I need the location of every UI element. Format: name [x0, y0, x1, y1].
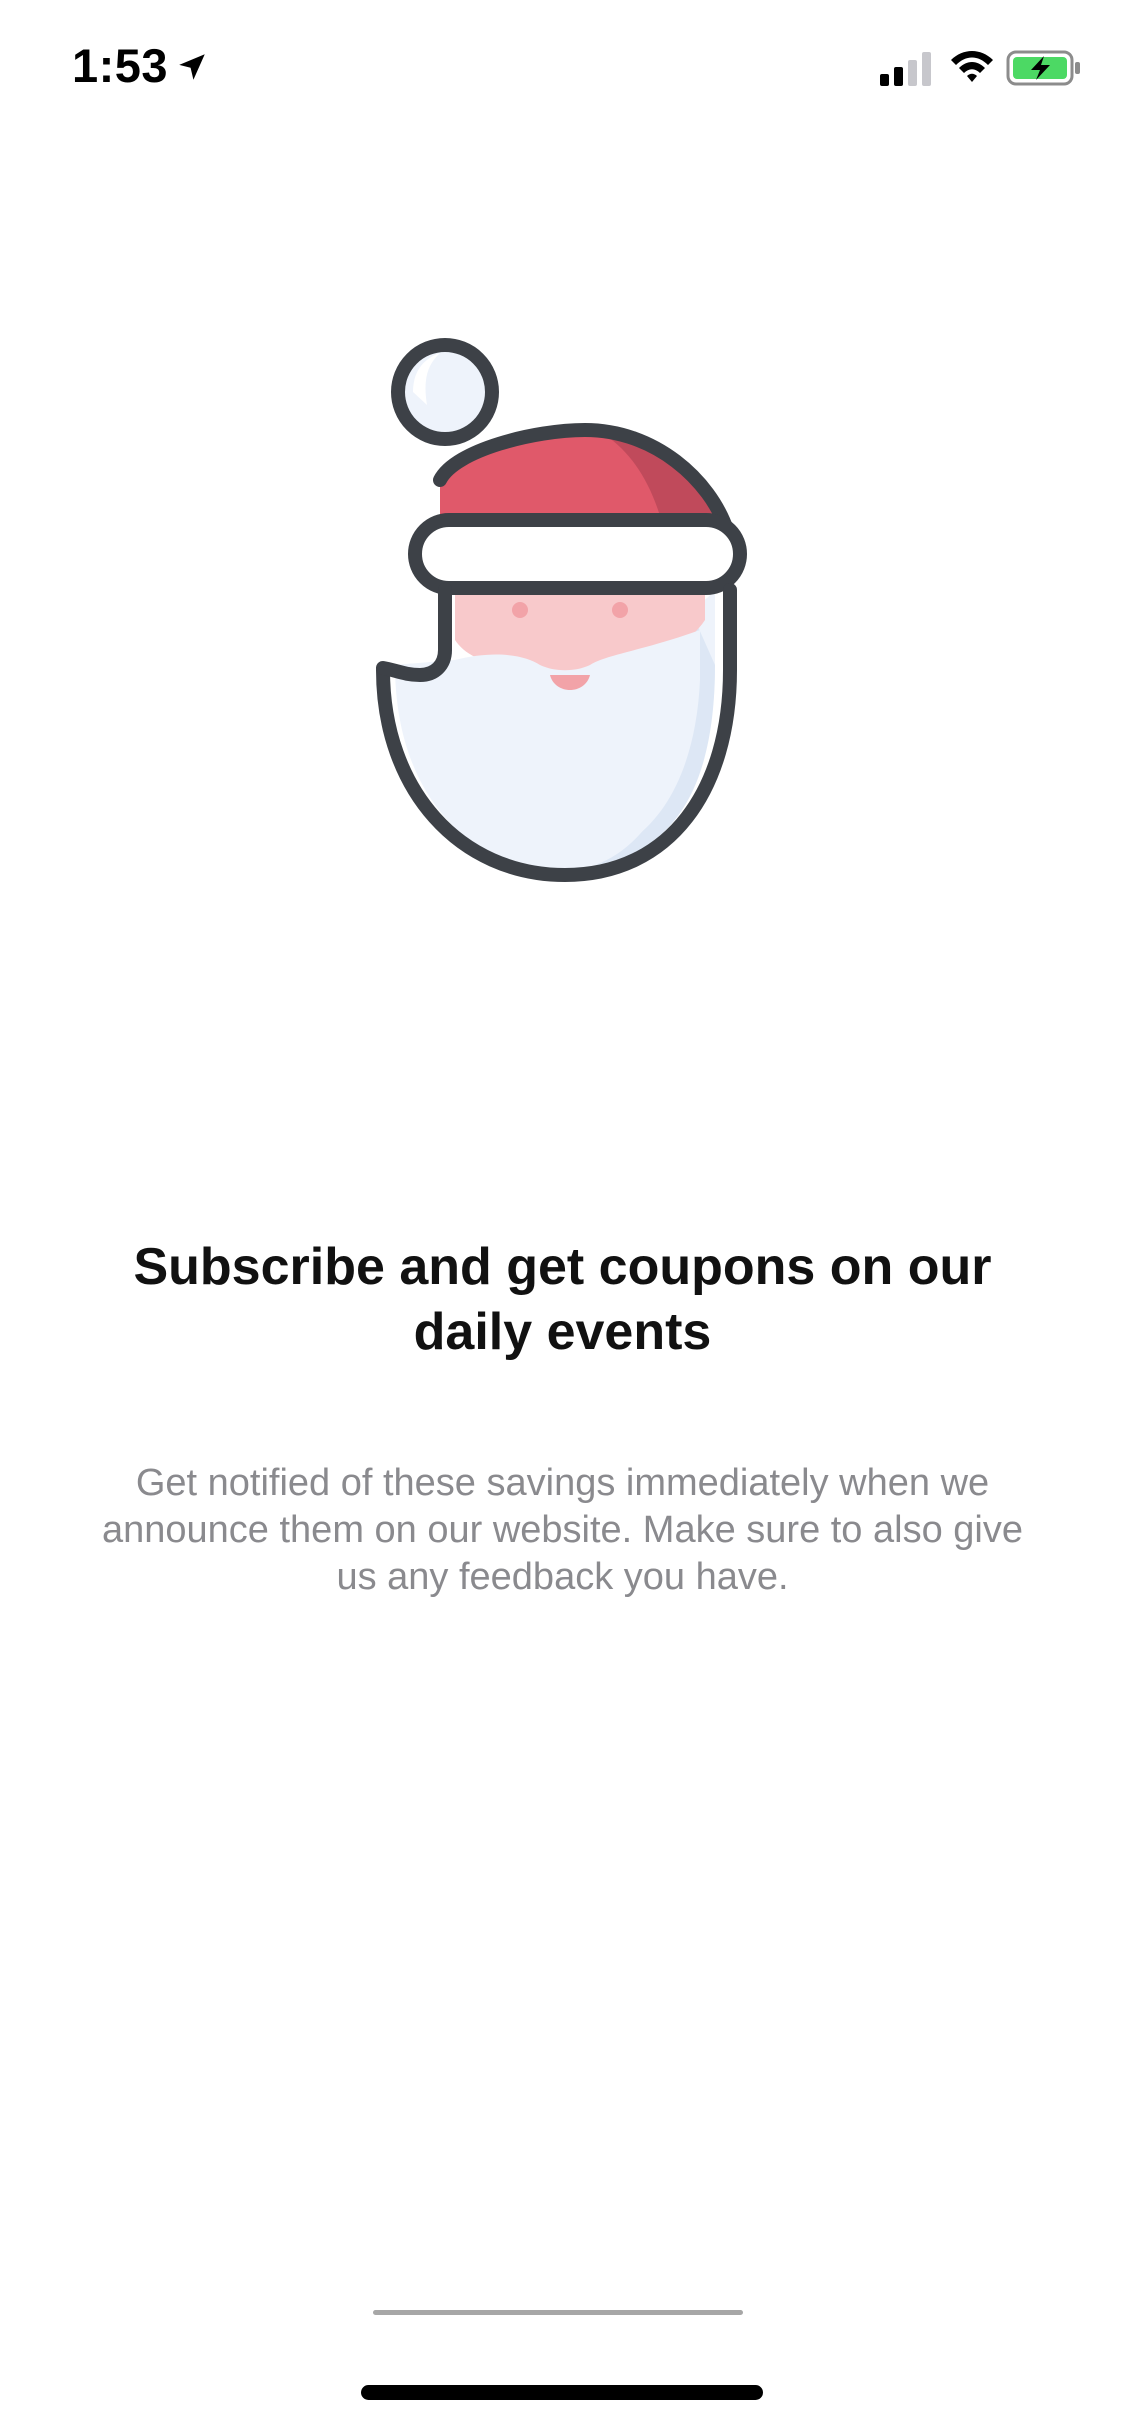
divider-line — [373, 2310, 743, 2315]
status-bar: 1:53 — [0, 0, 1125, 140]
location-arrow-icon — [179, 54, 205, 80]
home-indicator[interactable] — [361, 2385, 763, 2400]
headline: Subscribe and get coupons on our daily e… — [133, 1238, 992, 1361]
wifi-icon — [951, 51, 993, 82]
status-time: 1:53 — [72, 39, 169, 92]
cellular-signal-icon — [880, 52, 931, 86]
description-text: Get notified of these savings immediatel… — [102, 1462, 1023, 1598]
battery-charging-icon — [1006, 50, 1080, 86]
santa-claus-icon — [376, 338, 747, 883]
